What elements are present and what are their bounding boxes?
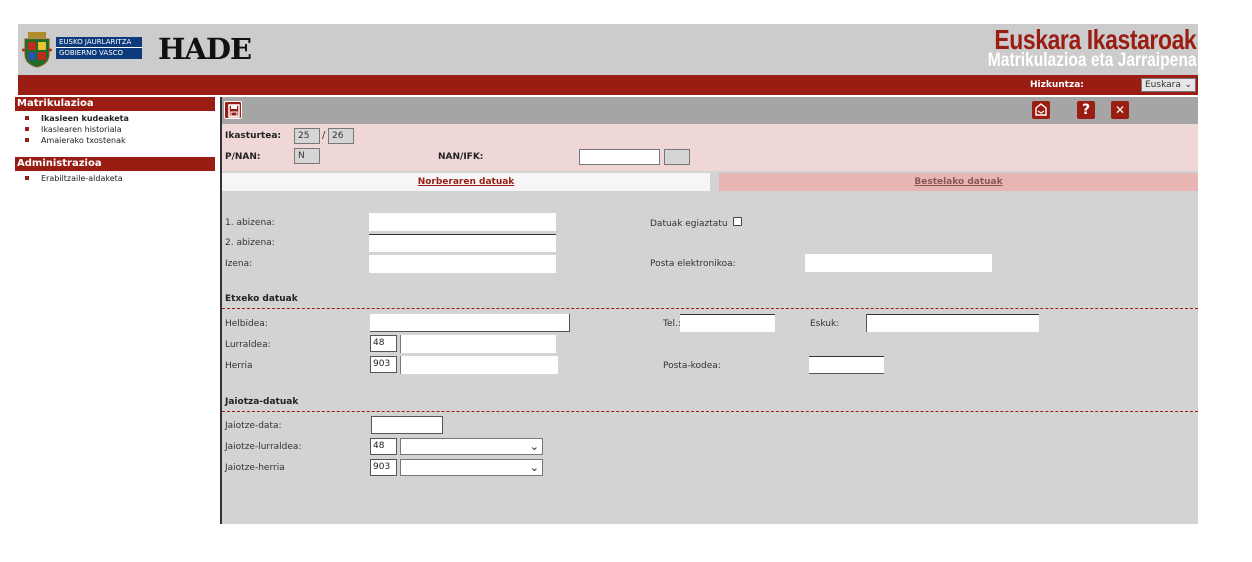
chevron-down-icon: ⌄ xyxy=(529,440,539,453)
surname2-label: 2. abizena: xyxy=(225,238,275,248)
language-select[interactable]: Euskara ⌄ xyxy=(1141,78,1196,92)
birth-town-code-field[interactable]: 903 xyxy=(370,459,397,476)
app-name: HADE xyxy=(158,32,252,66)
email-input[interactable] xyxy=(805,254,992,272)
gobierno-vasco-logo: EUSKO JAURLARITZA GOBIERNO VASCO xyxy=(56,37,142,59)
name-input[interactable] xyxy=(369,255,556,273)
nan-input[interactable] xyxy=(579,149,660,165)
mobile-input[interactable] xyxy=(866,314,1039,332)
phone-input[interactable] xyxy=(680,314,775,332)
verify-checkbox[interactable] xyxy=(733,217,742,226)
province-code-field[interactable]: 48 xyxy=(370,335,397,352)
gov-name-basque: EUSKO JAURLARITZA xyxy=(56,37,142,48)
province-name-field[interactable] xyxy=(400,335,556,353)
birth-province-label: Jaiotze-lurraldea: xyxy=(225,442,302,452)
province-label: Lurraldea: xyxy=(225,340,271,350)
surname1-label: 1. abizena: xyxy=(225,218,275,228)
phone-label: Tel.: xyxy=(663,319,681,329)
home-section-title: Etxeko datuak xyxy=(225,294,298,304)
language-selected-value: Euskara xyxy=(1145,80,1181,90)
language-label: Hizkuntza: xyxy=(1030,80,1084,90)
pnan-field[interactable]: N xyxy=(294,148,320,164)
pnan-label: P/NAN: xyxy=(225,152,261,162)
course-label: Ikasturtea: xyxy=(225,131,281,141)
birth-section-divider xyxy=(222,411,1198,412)
print-document-icon[interactable] xyxy=(1032,101,1050,119)
nan-check-field[interactable] xyxy=(664,149,690,165)
surname1-input[interactable] xyxy=(369,213,556,231)
sidebar-nav: Matrikulazioa Ikasleen kudeaketa Ikaslea… xyxy=(15,97,215,184)
close-icon[interactable]: ✕ xyxy=(1111,101,1129,119)
search-filters-panel: Ikasturtea: 25 / 26 P/NAN: N NAN/IFK: xyxy=(222,124,1198,171)
sidebar-list-matrikulazioa: Ikasleen kudeaketa Ikaslearen historiala… xyxy=(15,113,215,146)
birth-province-select[interactable]: ⌄ xyxy=(400,438,543,455)
gov-name-spanish: GOBIERNO VASCO xyxy=(59,49,124,57)
surname2-input[interactable] xyxy=(369,234,556,252)
verify-label: Datuak egiaztatu xyxy=(650,219,728,229)
course-separator: / xyxy=(322,130,326,141)
town-name-field[interactable] xyxy=(400,356,558,374)
top-bar: Hizkuntza: Euskara ⌄ xyxy=(18,75,1198,95)
town-code-field[interactable]: 903 xyxy=(370,356,397,373)
birth-date-label: Jaiotze-data: xyxy=(225,421,282,431)
nan-label: NAN/IFK: xyxy=(438,152,484,162)
sidebar-item-ikasleen-kudeaketa[interactable]: Ikasleen kudeaketa xyxy=(15,113,215,124)
chevron-down-icon: ⌄ xyxy=(529,461,539,474)
brand-subtitle: Matrikulazioa eta Jarraipena xyxy=(987,50,1196,71)
app-header: EUSKO JAURLARITZA GOBIERNO VASCO HADE Eu… xyxy=(18,24,1198,75)
chevron-down-icon: ⌄ xyxy=(1184,80,1192,90)
course-from-field[interactable]: 25 xyxy=(294,128,320,144)
mobile-label: Eskuk: xyxy=(810,319,840,329)
email-label: Posta elektronikoa: xyxy=(650,259,736,269)
town-label: Herria xyxy=(225,361,253,371)
sidebar-section-matrikulazioa[interactable]: Matrikulazioa xyxy=(15,97,215,111)
postcode-label: Posta-kodea: xyxy=(663,361,721,371)
birth-town-label: Jaiotze-herria xyxy=(225,463,285,473)
name-label: Izena: xyxy=(225,259,253,269)
toolbar: ? ✕ xyxy=(222,97,1198,124)
sidebar-item-ikaslearen-historiala[interactable]: Ikaslearen historiala xyxy=(15,124,215,135)
sidebar-list-administrazioa: Erabiltzaile-aldaketa xyxy=(15,173,215,184)
postcode-input[interactable] xyxy=(809,356,884,374)
main-content: ? ✕ Ikasturtea: 25 / 26 P/NAN: N NAN/IFK… xyxy=(222,97,1198,524)
sidebar-item-amaierako-txostenak[interactable]: Amaierako txostenak xyxy=(15,135,215,146)
course-to-field[interactable]: 26 xyxy=(328,128,354,144)
birth-province-code-field[interactable]: 48 xyxy=(370,438,397,455)
basque-government-emblem-icon xyxy=(22,32,52,68)
address-input[interactable] xyxy=(370,314,570,332)
birth-section-title: Jaiotza-datuak xyxy=(225,397,299,407)
save-icon[interactable] xyxy=(224,101,242,119)
address-label: Helbidea: xyxy=(225,319,268,329)
birth-date-input[interactable] xyxy=(371,416,443,434)
home-section-divider xyxy=(222,308,1198,309)
help-icon[interactable]: ? xyxy=(1077,101,1095,119)
sidebar-section-administrazioa[interactable]: Administrazioa xyxy=(15,157,215,171)
sidebar-item-erabiltzaile-aldaketa[interactable]: Erabiltzaile-aldaketa xyxy=(15,173,215,184)
birth-town-select[interactable]: ⌄ xyxy=(400,459,543,476)
tab-bestelako-datuak[interactable]: Bestelako datuak xyxy=(719,173,1198,191)
tab-norberaren-datuak[interactable]: Norberaren datuak xyxy=(222,173,710,191)
